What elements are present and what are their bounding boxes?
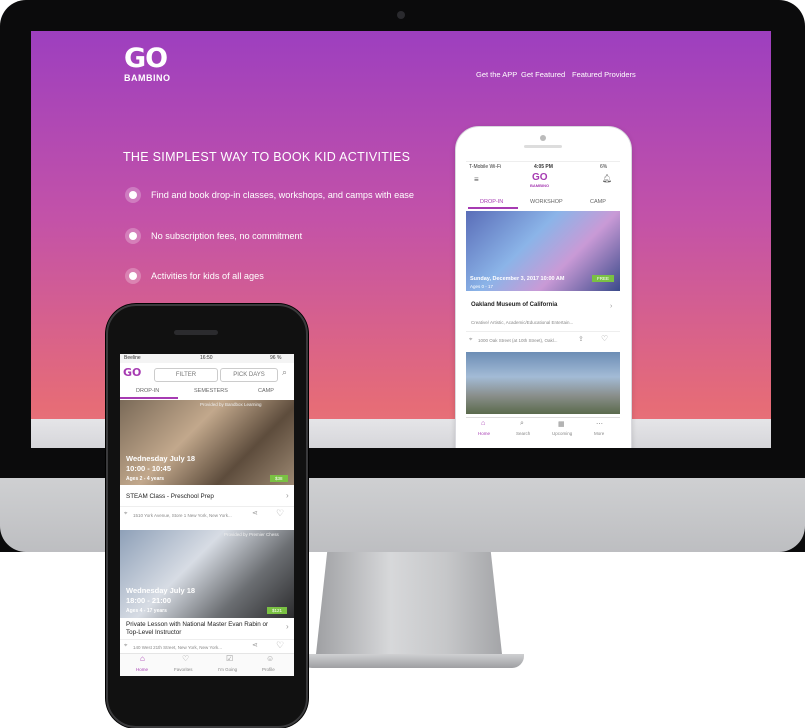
- tab-semesters[interactable]: SEMESTERS: [194, 388, 228, 394]
- tab-drop-in[interactable]: DROP-IN: [136, 388, 159, 394]
- status-time: 16:50: [200, 355, 213, 361]
- feature-text: Activities for kids of all ages: [151, 271, 264, 281]
- event-title[interactable]: Private Lesson with National Master Evan…: [126, 621, 276, 637]
- chevron-right-icon[interactable]: ›: [286, 622, 289, 631]
- nav-get-app[interactable]: Get the APP: [476, 70, 517, 79]
- checklist-icon[interactable]: ☑: [226, 654, 233, 663]
- app-logo-sub: BAMBINO: [530, 183, 550, 188]
- page-headline: THE SIMPLEST WAY TO BOOK KID ACTIVITIES: [123, 150, 411, 164]
- event-address: 140 West 21th Street, New York, New York…: [133, 645, 222, 650]
- imac-base: [300, 654, 524, 668]
- profile-icon[interactable]: ☺: [266, 654, 274, 663]
- nav-home[interactable]: Home: [136, 667, 148, 672]
- more-icon[interactable]: ⋯: [596, 420, 603, 428]
- event-day: Wednesday July 18: [126, 586, 196, 595]
- share-icon[interactable]: ⇪: [578, 335, 584, 343]
- site-logo[interactable]: GO: [124, 43, 168, 74]
- app-logo: GO: [123, 366, 142, 379]
- chevron-right-icon[interactable]: ›: [610, 303, 612, 310]
- price-badge: $38: [270, 475, 288, 482]
- imac-stand: [316, 552, 502, 654]
- feature-text: No subscription fees, no commitment: [151, 231, 303, 241]
- app-logo: GO: [532, 172, 548, 183]
- battery: 6%: [600, 164, 608, 170]
- nav-im-going[interactable]: I'm Going: [218, 667, 237, 672]
- share-icon[interactable]: ⋖: [252, 641, 258, 649]
- event-time: 10:00 - 10:45: [126, 464, 172, 473]
- venue-address: 1000 Oak Street (at 10th Street), Oakl..…: [478, 338, 558, 343]
- bullet-icon: [125, 268, 141, 284]
- heart-icon[interactable]: ♡: [276, 508, 284, 519]
- event-date: Sunday, December 3, 2017 10:00 AM: [470, 276, 565, 282]
- bullet-icon: [125, 228, 141, 244]
- site-logo-sub: BAMBINO: [124, 73, 171, 83]
- bottom-nav-divider: [466, 417, 620, 418]
- location-icon: ⌖: [124, 511, 128, 517]
- tab-drop-in[interactable]: DROP-IN: [480, 199, 503, 205]
- price-badge: FREE: [592, 275, 615, 282]
- museum-image[interactable]: [466, 352, 620, 414]
- event-ages: Ages 2 - 4 years: [126, 476, 165, 482]
- phone-camera-icon: [540, 135, 546, 141]
- tab-workshop[interactable]: WORKSHOP: [530, 199, 563, 205]
- heart-icon[interactable]: ♡: [276, 640, 284, 651]
- carrier: T-Mobile Wi-Fi: [469, 164, 502, 170]
- white-phone: T-Mobile Wi-Fi 4:05 PM 6% ≡ GO BAMBINO 🔔…: [455, 126, 632, 448]
- home-icon[interactable]: ⌂: [140, 654, 145, 663]
- nav-home[interactable]: Home: [478, 431, 490, 436]
- price-badge: $121: [267, 607, 288, 614]
- location-icon: ⌖: [124, 643, 128, 649]
- bullet-icon: [125, 187, 141, 203]
- event-provider: Provided by Bandbox Learning: [200, 402, 262, 407]
- active-tab-indicator: [468, 207, 518, 209]
- nav-profile[interactable]: Profile: [262, 667, 275, 672]
- chevron-right-icon[interactable]: ›: [286, 491, 289, 500]
- pick-days-button[interactable]: PICK DAYS: [220, 368, 278, 382]
- tab-camp[interactable]: CAMP: [590, 199, 606, 205]
- venue-category: Creative/ Artistic, Academic/Educational…: [471, 320, 574, 325]
- calendar-icon[interactable]: ▦: [558, 420, 565, 428]
- filter-button[interactable]: FILTER: [154, 368, 218, 382]
- venue-name[interactable]: Oakland Museum of California: [471, 302, 557, 308]
- battery: 96 %: [270, 355, 282, 361]
- event-ages: Ages 4 - 17 years: [126, 608, 167, 614]
- home-icon[interactable]: ⌂: [481, 420, 485, 427]
- active-tab-indicator: [120, 397, 178, 399]
- event-provider: Provided by Premier Chess: [224, 532, 279, 537]
- bell-icon[interactable]: 🔔︎: [602, 174, 612, 183]
- phone-speaker: [174, 330, 218, 335]
- feature-text: Find and book drop-in classes, workshops…: [151, 190, 415, 200]
- camera-icon: [397, 11, 405, 19]
- nav-search[interactable]: Search: [516, 431, 530, 436]
- nav-get-featured[interactable]: Get Featured: [521, 70, 565, 79]
- event-ages: Ages 0 - 17: [470, 284, 494, 289]
- search-icon[interactable]: ⌕: [520, 420, 524, 428]
- event-address: 1510 York Avenue, Store 1 New York, New …: [133, 513, 232, 518]
- location-icon: ⌖: [469, 337, 473, 343]
- phone-speaker: [524, 145, 562, 148]
- ios-app-screen: T-Mobile Wi-Fi 4:05 PM 6% ≡ GO BAMBINO 🔔…: [466, 161, 620, 448]
- search-icon[interactable]: ⌕: [282, 367, 287, 378]
- nav-upcoming[interactable]: Upcoming: [552, 431, 572, 436]
- nav-more[interactable]: More: [594, 431, 604, 436]
- divider: [466, 331, 620, 332]
- black-phone: Beeline 16:50 96 % GO FILTER PICK DAYS ⌕…: [106, 304, 308, 728]
- tab-camp[interactable]: CAMP: [258, 388, 274, 394]
- heart-icon[interactable]: ♡: [182, 654, 189, 663]
- heart-icon[interactable]: ♡: [601, 334, 608, 343]
- share-icon[interactable]: ⋖: [252, 509, 258, 517]
- status-time: 4:05 PM: [534, 164, 553, 170]
- divider: [120, 639, 294, 640]
- event-time: 18:00 - 21:00: [126, 596, 172, 605]
- nav-favorites[interactable]: Favorites: [174, 667, 193, 672]
- event-day: Wednesday July 18: [126, 454, 196, 463]
- divider: [120, 506, 294, 507]
- event-title[interactable]: STEAM Class - Preschool Prep: [126, 493, 214, 500]
- menu-icon[interactable]: ≡: [474, 175, 479, 184]
- android-app-screen: Beeline 16:50 96 % GO FILTER PICK DAYS ⌕…: [120, 354, 294, 676]
- carrier: Beeline: [124, 355, 141, 361]
- nav-featured-providers[interactable]: Featured Providers: [572, 70, 636, 79]
